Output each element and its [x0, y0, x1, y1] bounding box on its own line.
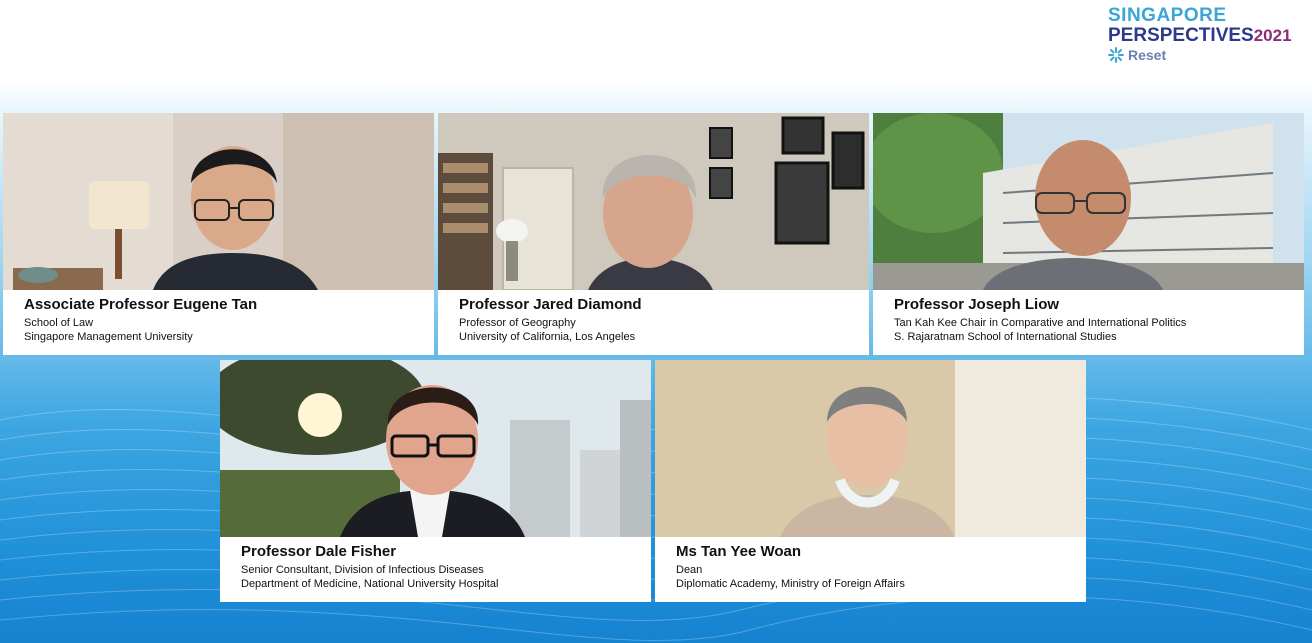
participant-name: Associate Professor Eugene Tan [24, 296, 258, 313]
logo-tagline-row: Reset [1108, 46, 1298, 64]
participant-organization: Singapore Management University [24, 331, 193, 343]
caption-panel: Associate Professor Eugene Tan School of… [3, 290, 434, 355]
participant-organization: S. Rajaratnam School of International St… [894, 331, 1117, 343]
participant-tile-joseph-liow[interactable]: Professor Joseph Liow Tan Kah Kee Chair … [873, 113, 1304, 355]
caption-panel: Professor Joseph Liow Tan Kah Kee Chair … [873, 290, 1304, 355]
caption-panel: Professor Dale Fisher Senior Consultant,… [220, 537, 651, 602]
event-logo: SINGAPORE PERSPECTIVES2021 Reset [1108, 6, 1298, 70]
participant-organization: University of California, Los Angeles [459, 331, 636, 343]
participant-organization: Department of Medicine, National Univers… [241, 578, 499, 590]
participant-title: Tan Kah Kee Chair in Comparative and Int… [894, 317, 1187, 329]
participant-tile-jared-diamond[interactable]: Professor Jared Diamond Professor of Geo… [438, 113, 869, 355]
logo-line-1: SINGAPORE [1108, 5, 1227, 26]
participant-title: Senior Consultant, Division of Infectiou… [241, 564, 484, 576]
caption-panel: Ms Tan Yee Woan Dean Diplomatic Academy,… [655, 537, 1086, 602]
video-feed [438, 113, 869, 290]
participant-title: School of Law [24, 317, 94, 329]
logo-tagline: Reset [1128, 47, 1167, 63]
video-feed [3, 113, 434, 290]
participant-name: Ms Tan Yee Woan [676, 543, 802, 560]
caption-panel: Professor Jared Diamond Professor of Geo… [438, 290, 869, 355]
participant-tile-tan-yee-woan[interactable]: Ms Tan Yee Woan Dean Diplomatic Academy,… [655, 360, 1086, 602]
video-feed [873, 113, 1304, 290]
starburst-icon [1108, 47, 1124, 63]
participant-tile-eugene-tan[interactable]: Associate Professor Eugene Tan School of… [3, 113, 434, 355]
participant-name: Professor Dale Fisher [241, 543, 397, 560]
participant-organization: Diplomatic Academy, Ministry of Foreign … [676, 578, 905, 590]
participant-title: Dean [676, 564, 703, 576]
logo-line-2: PERSPECTIVES2021 [1108, 26, 1298, 46]
logo-year: 2021 [1253, 26, 1292, 45]
video-feed [655, 360, 1086, 537]
participant-tile-dale-fisher[interactable]: Professor Dale Fisher Senior Consultant,… [220, 360, 651, 602]
participant-title: Professor of Geography [459, 317, 576, 329]
video-feed [220, 360, 651, 537]
participant-name: Professor Joseph Liow [894, 296, 1060, 313]
logo-perspectives: PERSPECTIVES [1108, 25, 1254, 46]
participant-name: Professor Jared Diamond [459, 296, 642, 313]
